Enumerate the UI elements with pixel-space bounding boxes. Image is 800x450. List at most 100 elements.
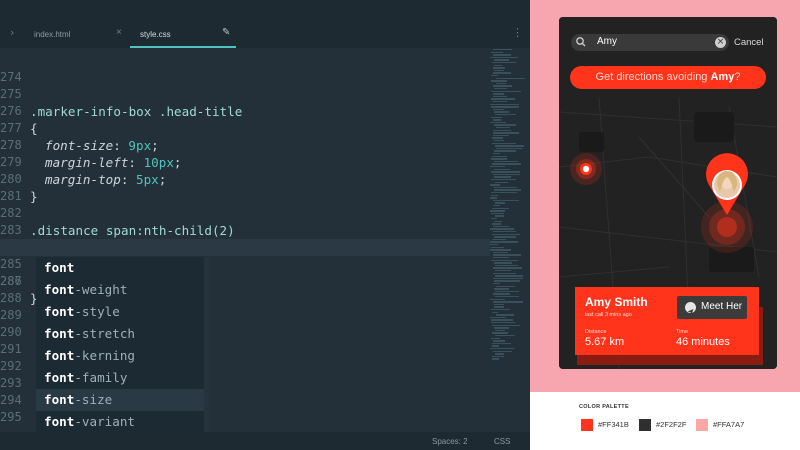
code-line: 279 margin-top: 5px; xyxy=(0,137,490,187)
minimap[interactable] xyxy=(490,45,526,430)
minimap-line xyxy=(492,205,501,207)
distance-value: 5.67 km xyxy=(585,336,625,348)
directions-button[interactable]: Get directions avoiding Amy? xyxy=(570,66,766,89)
minimap-line xyxy=(492,85,512,87)
autocomplete-item[interactable]: font xyxy=(36,257,204,279)
minimap-line xyxy=(495,285,516,287)
cancel-button[interactable]: Cancel xyxy=(734,37,764,48)
autocomplete-item[interactable]: font-weight xyxy=(36,279,204,301)
minimap-line xyxy=(491,75,499,77)
minimap-line xyxy=(493,111,510,113)
minimap-line xyxy=(490,218,497,220)
autocomplete-suffix: -variant xyxy=(74,414,136,429)
autocomplete-item[interactable]: font-stretch xyxy=(36,323,204,345)
pencil-icon: ✎ xyxy=(222,27,231,38)
autocomplete-item[interactable]: font-variant xyxy=(36,411,204,433)
minimap-line xyxy=(494,160,518,163)
autocomplete-match: font xyxy=(44,348,75,363)
color-swatch-dark xyxy=(639,419,651,431)
minimap-line xyxy=(494,140,504,142)
minimap-line xyxy=(490,316,506,319)
more-options-icon[interactable]: ⋮ xyxy=(512,26,523,39)
minimap-line xyxy=(492,233,521,235)
autocomplete-match: font xyxy=(44,260,75,275)
code-line: 284 font-size: 18px; xyxy=(0,222,490,272)
minimap-line xyxy=(495,353,504,355)
minimap-line xyxy=(492,350,512,352)
autocomplete-suffix: -family xyxy=(74,370,128,385)
minimap-line xyxy=(491,158,507,160)
code-editor[interactable]: › index.html × style.css ✎ ⋮ 274 275 .ma… xyxy=(0,0,530,450)
minimap-line xyxy=(490,98,516,100)
minimap-line xyxy=(493,303,504,306)
minimap-line xyxy=(491,345,499,347)
line-number: 290 xyxy=(0,325,22,339)
minimap-line xyxy=(493,288,510,290)
autocomplete-match: font xyxy=(44,282,75,297)
tab-index-html[interactable]: index.html × xyxy=(30,22,130,48)
user-location-marker xyxy=(570,153,602,185)
minimap-line xyxy=(490,259,519,261)
minimap-line xyxy=(492,251,508,254)
close-icon[interactable]: × xyxy=(116,27,122,38)
minimap-line xyxy=(493,72,512,74)
color-swatch-pink xyxy=(696,419,708,431)
minimap-line xyxy=(491,192,518,194)
tab-style-css[interactable]: style.css ✎ xyxy=(130,22,236,48)
minimap-line xyxy=(495,147,523,150)
line-number: 295 xyxy=(0,410,22,424)
phone-mockup: Amy × Cancel Get directions avoiding Amy… xyxy=(559,17,777,369)
line-number: 291 xyxy=(0,342,22,356)
minimap-line xyxy=(492,332,509,334)
autocomplete-item-selected[interactable]: font-size xyxy=(36,389,204,411)
minimap-line xyxy=(492,225,509,228)
autocomplete-scrollbar[interactable] xyxy=(204,257,210,437)
autocomplete-suffix: -stretch xyxy=(74,326,136,341)
minimap-line xyxy=(495,296,519,298)
minimap-line xyxy=(494,306,505,308)
minimap-line xyxy=(493,327,510,329)
minimap-line xyxy=(495,335,515,337)
minimap-line xyxy=(490,103,519,105)
autocomplete-match: font xyxy=(44,304,75,319)
line-number: 292 xyxy=(0,359,22,373)
minimap-line xyxy=(492,340,505,342)
minimap-line xyxy=(494,186,517,189)
minimap-line xyxy=(495,77,525,79)
minimap-line xyxy=(492,223,502,225)
minimap-line xyxy=(491,207,510,209)
autocomplete-popup[interactable]: font font-weight font-style font-stretch… xyxy=(36,257,210,437)
autocomplete-item[interactable]: font-style xyxy=(36,301,204,323)
minimap-line xyxy=(493,254,521,256)
time-label: Time xyxy=(676,329,689,335)
minimap-line xyxy=(492,267,522,269)
code-line: 277 font-size: 9px; xyxy=(0,103,490,153)
autocomplete-item[interactable]: font-kerning xyxy=(36,345,204,367)
minimap-line xyxy=(495,264,518,267)
meet-her-button[interactable]: Meet Her xyxy=(677,296,747,319)
minimap-line xyxy=(490,116,503,118)
indentation-status[interactable]: Spaces: 2 xyxy=(432,437,468,446)
minimap-line xyxy=(490,210,505,212)
minimap-line xyxy=(492,49,513,51)
tab-nav-arrow-icon[interactable]: › xyxy=(10,26,14,39)
color-palette-title: COLOR PALETTE xyxy=(579,404,629,410)
clear-icon[interactable]: × xyxy=(715,36,726,48)
minimap-line xyxy=(490,197,497,199)
minimap-line xyxy=(492,301,523,303)
minimap-line xyxy=(492,355,504,358)
minimap-line xyxy=(491,238,507,241)
directions-suffix: ? xyxy=(734,71,741,83)
minimap-line xyxy=(490,249,511,251)
minimap-line xyxy=(495,314,515,316)
minimap-line xyxy=(493,293,510,295)
search-input[interactable]: Amy xyxy=(597,36,617,47)
autocomplete-suffix: -kerning xyxy=(74,348,136,363)
status-bar: Spaces: 2 CSS xyxy=(0,432,530,450)
contact-info-card: Amy Smith last call 3 mins ago Meet Her … xyxy=(575,287,759,355)
autocomplete-item[interactable]: font-family xyxy=(36,367,204,389)
search-bar[interactable]: Amy × xyxy=(571,34,729,51)
contact-name: Amy Smith xyxy=(585,295,648,309)
minimap-line xyxy=(493,64,502,66)
syntax-status[interactable]: CSS xyxy=(494,437,510,446)
